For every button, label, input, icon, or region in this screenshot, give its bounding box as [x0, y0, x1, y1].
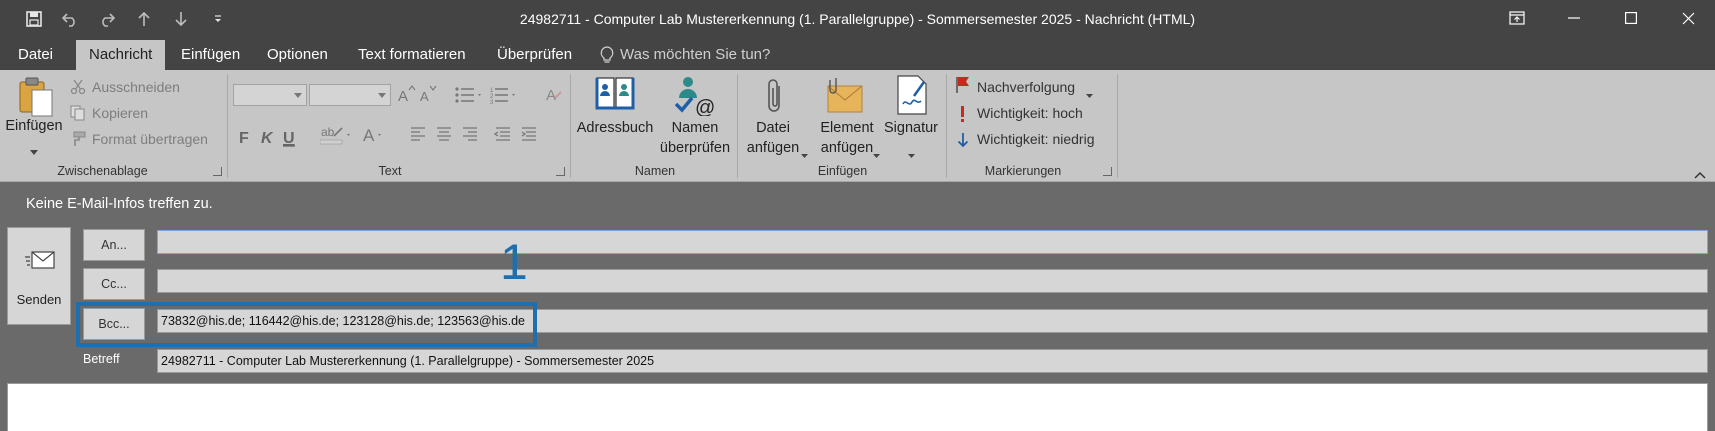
collapse-ribbon-icon[interactable]: [1694, 166, 1706, 184]
scissors-icon: [70, 79, 86, 100]
svg-text:ab: ab: [321, 125, 335, 139]
low-importance-button[interactable]: Wichtigkeit: niedrig: [977, 131, 1095, 147]
svg-text:@: @: [695, 97, 715, 116]
attach-file-label-1[interactable]: Datei: [740, 118, 806, 138]
check-names-label-2[interactable]: überprüfen: [652, 138, 738, 158]
title-bar: 24982711 - Computer Lab Mustererkennung …: [0, 0, 1715, 40]
group-separator: [227, 74, 228, 178]
send-button[interactable]: Senden: [7, 227, 71, 325]
tell-me-placeholder: Was möchten Sie tun?: [620, 46, 771, 63]
svg-text:U: U: [283, 130, 295, 147]
tab-datei[interactable]: Datei: [5, 40, 66, 70]
svg-text:3: 3: [490, 100, 494, 105]
svg-text:A: A: [420, 89, 429, 104]
text-launcher-icon[interactable]: [556, 167, 565, 176]
format-painter-button[interactable]: Format übertragen: [92, 131, 208, 147]
signature-button[interactable]: Signatur: [876, 118, 946, 138]
cc-field[interactable]: [157, 269, 1708, 293]
group-label-tags: Markierungen: [984, 164, 1062, 178]
group-separator: [570, 74, 571, 178]
check-names-icon[interactable]: @: [672, 74, 716, 121]
group-label-names: Namen: [634, 164, 676, 178]
font-size-combo[interactable]: [309, 84, 391, 106]
to-button[interactable]: An...: [83, 229, 145, 261]
svg-text:A: A: [363, 126, 375, 145]
address-book-button[interactable]: Adressbuch: [574, 118, 656, 138]
subject-label: Betreff: [83, 352, 120, 366]
group-label-clipboard: Zwischenablage: [57, 164, 148, 178]
cut-button[interactable]: Ausschneiden: [92, 79, 180, 95]
copy-icon: [70, 105, 86, 126]
paste-button[interactable]: Einfügen: [4, 116, 64, 136]
tab-einfuegen[interactable]: Einfügen: [168, 40, 253, 70]
group-separator: [1117, 74, 1118, 178]
clear-formatting-icon: A: [545, 84, 563, 109]
svg-text:A: A: [398, 88, 408, 105]
menu-bar: Datei Nachricht Einfügen Optionen Text f…: [0, 40, 1715, 70]
maximize-icon[interactable]: [1607, 0, 1655, 36]
to-field[interactable]: [157, 230, 1708, 254]
low-importance-icon: [957, 132, 969, 153]
bullets-icon: 123: [454, 85, 534, 110]
copy-button[interactable]: Kopieren: [92, 105, 148, 121]
high-importance-button[interactable]: Wichtigkeit: hoch: [977, 105, 1083, 121]
paperclip-icon[interactable]: [764, 76, 786, 121]
font-name-combo[interactable]: [233, 84, 307, 106]
cc-button[interactable]: Cc...: [83, 268, 145, 300]
group-label-text: Text: [378, 164, 402, 178]
attach-item-label-2[interactable]: anfügen: [812, 138, 882, 158]
high-importance-icon: [959, 105, 967, 128]
send-envelope-icon: [25, 251, 55, 269]
tell-me-box[interactable]: Was möchten Sie tun?: [600, 40, 770, 70]
follow-up-dropdown-icon[interactable]: [1086, 86, 1093, 104]
lightbulb-icon: [600, 46, 614, 63]
minimize-icon[interactable]: [1550, 0, 1598, 36]
window-title: 24982711 - Computer Lab Mustererkennung …: [519, 11, 1196, 27]
tab-optionen[interactable]: Optionen: [254, 40, 341, 70]
svg-text:K: K: [261, 130, 274, 147]
subject-field[interactable]: 24982711 - Computer Lab Mustererkennung …: [157, 349, 1708, 373]
close-icon[interactable]: [1664, 0, 1712, 36]
paste-dropdown-icon[interactable]: [30, 142, 38, 160]
annotation-marker: 1: [500, 234, 528, 290]
mail-tips-infobar: Keine E-Mail-Infos treffen zu.: [26, 196, 213, 212]
attach-file-label-2[interactable]: anfügen: [740, 138, 806, 158]
svg-text:A: A: [546, 87, 556, 104]
attach-item-label-1[interactable]: Element: [812, 118, 882, 138]
clipboard-launcher-icon[interactable]: [213, 167, 222, 176]
flag-icon: [955, 76, 971, 99]
attach-file-dropdown-icon[interactable]: [801, 146, 808, 164]
annotation-highlight-box: [76, 302, 537, 347]
grow-font-icon: AA: [398, 84, 438, 111]
svg-text:F: F: [239, 130, 249, 147]
attach-item-icon[interactable]: [826, 76, 866, 121]
group-label-insert: Einfügen: [817, 164, 868, 178]
bold-icon[interactable]: FKU: [239, 126, 319, 153]
tab-nachricht[interactable]: Nachricht: [76, 40, 166, 70]
group-separator: [737, 74, 738, 178]
ribbon-display-options-icon[interactable]: [1493, 0, 1541, 36]
group-separator: [946, 74, 947, 178]
signature-icon[interactable]: [894, 74, 930, 121]
follow-up-button[interactable]: Nachverfolgung: [977, 79, 1075, 95]
tab-ueberpruefen[interactable]: Überprüfen: [484, 40, 585, 70]
tab-text-formatieren[interactable]: Text formatieren: [345, 40, 479, 70]
message-body-editor[interactable]: [7, 383, 1708, 431]
format-painter-icon: [70, 131, 86, 152]
check-names-label-1[interactable]: Namen: [652, 118, 738, 138]
signature-dropdown-icon[interactable]: [908, 146, 915, 164]
align-left-icon: [410, 125, 540, 150]
attach-item-dropdown-icon[interactable]: [873, 146, 880, 164]
send-label: Senden: [16, 292, 62, 307]
address-book-icon[interactable]: [595, 76, 635, 117]
ribbon: Einfügen Ausschneiden Kopieren Format üb…: [0, 70, 1715, 182]
tags-launcher-icon[interactable]: [1103, 167, 1112, 176]
